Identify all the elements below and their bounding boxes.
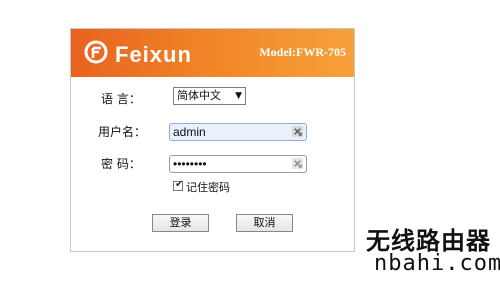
remember-password-row[interactable]: ✔ 记住密码 (173, 179, 263, 195)
header-bar: Feixun Model:FWR-705 (71, 29, 354, 77)
brand-mark-icon (84, 40, 108, 64)
language-label: 语 言： (101, 92, 141, 106)
username-value: admin (173, 125, 206, 139)
brand-logo: Feixun (83, 39, 193, 67)
password-value: •••••••• (173, 157, 207, 171)
watermark-domain: nbahi.com (374, 251, 500, 276)
remember-password-checkbox[interactable]: ✔ (173, 179, 184, 191)
language-select[interactable]: 简体中文 ▼ (173, 87, 246, 105)
username-label: 用户名： (98, 125, 147, 139)
watermark: 无线路由器 nbahi.com (366, 221, 500, 277)
remember-password-label: 记住密码 (186, 181, 230, 194)
key-icon[interactable] (291, 125, 304, 138)
password-field[interactable]: •••••••• (169, 155, 307, 173)
login-panel: Feixun Model:FWR-705 语 言： 简体中文 ▼ 用户名： ad… (70, 28, 355, 252)
username-field[interactable]: admin (169, 123, 307, 141)
chevron-down-icon: ▼ (235, 91, 242, 101)
password-label: 密 码： (101, 157, 141, 171)
checkmark-icon: ✔ (175, 179, 184, 190)
language-select-value: 简体中文 (177, 89, 221, 102)
brand-text: Feixun (115, 42, 192, 67)
login-button[interactable]: 登录 (152, 214, 209, 232)
key-icon[interactable] (291, 157, 304, 170)
cancel-button[interactable]: 取消 (236, 214, 293, 232)
model-label: Model:FWR-705 (259, 45, 346, 59)
